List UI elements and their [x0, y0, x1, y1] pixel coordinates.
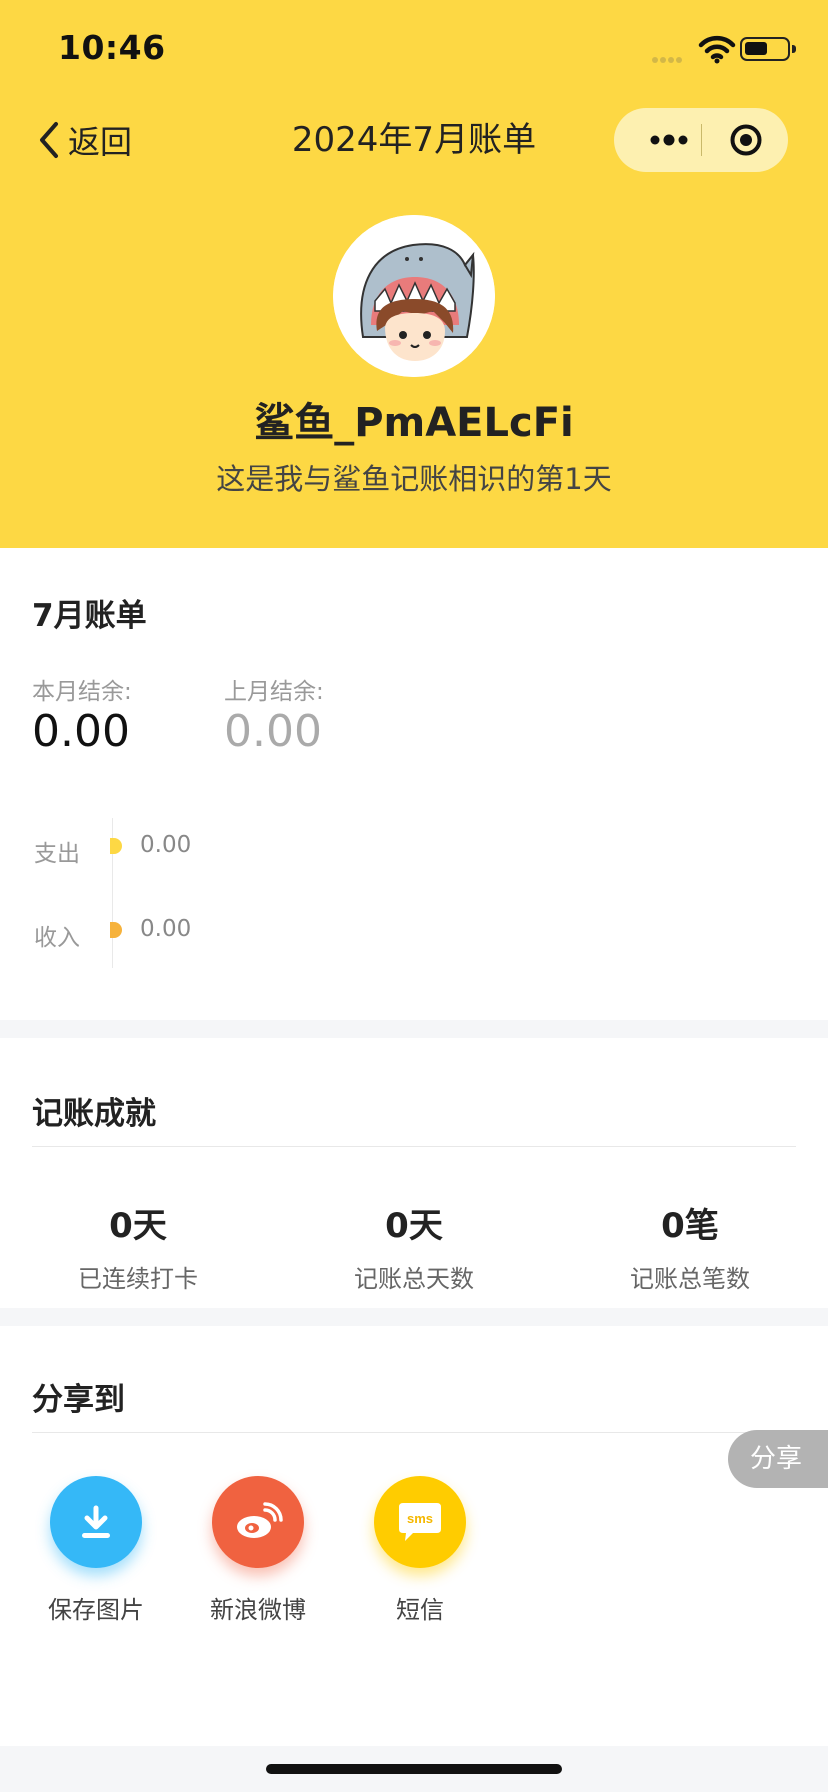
battery-icon [740, 37, 796, 61]
mini-program-capsule [614, 108, 788, 172]
sms-label: 短信 [396, 1596, 444, 1624]
stat-label: 记账总天数 [354, 1265, 474, 1293]
income-label: 收入 [34, 925, 80, 951]
achievements-card: 记账成就 0天 已连续打卡 0天 记账总天数 0笔 记账总笔数 [0, 1038, 828, 1308]
sms-icon: sms [374, 1476, 466, 1568]
floating-share-button[interactable]: 分享 [728, 1430, 828, 1488]
stat-total-records: 0笔 记账总笔数 [552, 1198, 828, 1294]
nav-bar: 返回 2024年7月账单 [0, 100, 828, 180]
expense-value: 0.00 [140, 832, 192, 858]
share-title: 分享到 [32, 1382, 125, 1418]
home-indicator [266, 1764, 562, 1774]
divider [32, 1432, 796, 1433]
stat-label: 记账总笔数 [630, 1265, 750, 1293]
stat-value: 0笔 [661, 1206, 719, 1246]
income-value: 0.00 [140, 916, 192, 942]
more-dots-icon [650, 134, 688, 146]
capsule-divider [701, 124, 702, 156]
last-month-balance-label: 上月结余: [224, 679, 324, 705]
weibo-icon [212, 1476, 304, 1568]
more-button[interactable] [638, 108, 700, 172]
save-image-button[interactable]: 保存图片 [26, 1476, 166, 1625]
stat-label: 已连续打卡 [78, 1265, 198, 1293]
stat-value: 0天 [385, 1206, 443, 1246]
download-icon [50, 1476, 142, 1568]
shark-avatar-icon [333, 215, 495, 377]
monthly-bill-card: 7月账单 本月结余: 0.00 上月结余: 0.00 支出 0.00 收入 0.… [0, 548, 828, 1020]
avatar[interactable] [333, 215, 495, 377]
stat-streak: 0天 已连续打卡 [0, 1198, 276, 1294]
this-month-balance-label: 本月结余: [32, 679, 132, 705]
income-row: 收入 0.00 [0, 910, 828, 951]
sms-icon-text: sms [407, 1511, 433, 1526]
divider [32, 1146, 796, 1147]
status-time: 10:46 [58, 28, 166, 67]
target-close-icon [730, 124, 762, 156]
profile-header: 10:46 返回 2024年7月账单 鲨鱼_PmAELcFi 这是我与鲨鱼记账相… [0, 0, 828, 548]
username: 鲨鱼_PmAELcFi [254, 400, 574, 446]
status-bar: 10:46 [0, 0, 828, 100]
bill-title: 7月账单 [32, 598, 147, 634]
stat-total-days: 0天 记账总天数 [276, 1198, 552, 1294]
wifi-icon [698, 35, 736, 64]
expense-bar [110, 838, 122, 854]
weibo-label: 新浪微博 [210, 1596, 306, 1624]
this-month-balance-value: 0.00 [32, 706, 130, 757]
last-month-balance-value: 0.00 [224, 706, 322, 757]
achievements-title: 记账成就 [32, 1096, 156, 1132]
expense-label: 支出 [34, 841, 80, 867]
save-image-label: 保存图片 [48, 1596, 144, 1624]
tagline: 这是我与鲨鱼记账相识的第1天 [216, 462, 612, 496]
cellular-signal-icon [652, 48, 684, 67]
stat-value: 0天 [109, 1206, 167, 1246]
weibo-share-button[interactable]: 新浪微博 [188, 1476, 328, 1625]
sms-share-button[interactable]: sms 短信 [350, 1476, 490, 1625]
share-card: 分享到 保存图片 新浪微博 sms 短信 [0, 1326, 828, 1746]
income-bar [110, 922, 122, 938]
close-button[interactable] [714, 108, 778, 172]
expense-row: 支出 0.00 [0, 826, 828, 867]
